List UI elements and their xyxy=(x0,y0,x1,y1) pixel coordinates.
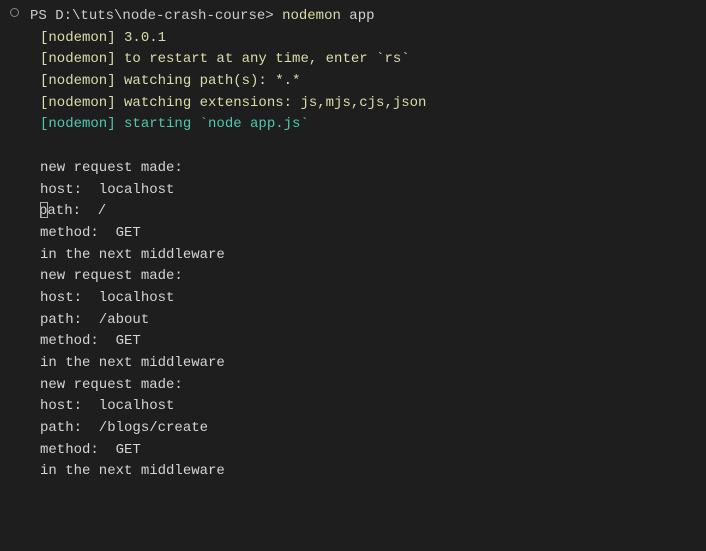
log-line: method: GET xyxy=(30,223,696,245)
command-name: nodemon xyxy=(282,8,341,24)
terminal-output[interactable]: PS D:\tuts\node-crash-course> nodemon ap… xyxy=(0,6,706,483)
nodemon-starting: [nodemon] starting `node app.js` xyxy=(30,114,696,136)
log-line: path: /blogs/create xyxy=(30,418,696,440)
prompt-symbol: > xyxy=(265,8,282,24)
log-line: new request made: xyxy=(30,266,696,288)
cursor-icon xyxy=(40,202,48,218)
log-line: in the next middleware xyxy=(30,353,696,375)
blank-line xyxy=(30,136,696,158)
log-line: new request made: xyxy=(30,158,696,180)
log-line: host: localhost xyxy=(30,396,696,418)
gutter-marker-icon xyxy=(10,8,19,17)
nodemon-watching-ext: [nodemon] watching extensions: js,mjs,cj… xyxy=(30,93,696,115)
log-line: in the next middleware xyxy=(30,245,696,267)
log-line: path: /about xyxy=(30,310,696,332)
nodemon-restart-hint: [nodemon] to restart at any time, enter … xyxy=(30,49,696,71)
nodemon-version: [nodemon] 3.0.1 xyxy=(30,28,696,50)
log-text: path: / xyxy=(39,203,106,219)
prompt-line: PS D:\tuts\node-crash-course> nodemon ap… xyxy=(30,6,696,28)
prompt-path: D:\tuts\node-crash-course xyxy=(55,8,265,24)
nodemon-watching-paths: [nodemon] watching path(s): *.* xyxy=(30,71,696,93)
log-line: method: GET xyxy=(30,440,696,462)
log-line: method: GET xyxy=(30,331,696,353)
prompt-prefix: PS xyxy=(30,8,55,24)
log-line: path: / xyxy=(30,201,696,223)
log-line: host: localhost xyxy=(30,288,696,310)
command-arg: app xyxy=(341,8,375,24)
log-line: new request made: xyxy=(30,375,696,397)
log-line: host: localhost xyxy=(30,180,696,202)
log-line: in the next middleware xyxy=(30,461,696,483)
